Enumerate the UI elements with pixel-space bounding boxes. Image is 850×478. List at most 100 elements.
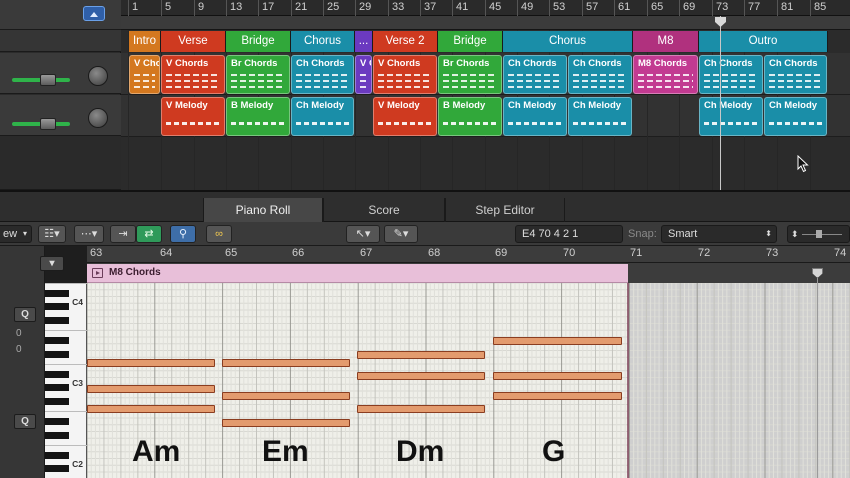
midi-in-icon[interactable]: ⋯▾ [74,225,104,243]
melody-region[interactable]: Ch Melody [291,97,354,136]
black-key[interactable] [45,465,69,473]
black-key[interactable] [45,431,69,439]
midi-out-icon[interactable]: ⇥ [110,225,136,243]
chord-region[interactable]: V C [355,55,372,94]
view-menu[interactable]: ew ▾ [0,225,32,243]
bar-ruler[interactable]: 1 5 9 13 17 21 25 29 33 37 41 45 49 53 57 61 65 69 73 77 81 8… [121,0,850,16]
arrangement-marker[interactable]: Intro [129,31,161,52]
pointer-tool-icon[interactable]: ↖▾ [346,225,380,243]
tab-step-editor[interactable]: Step Editor [445,198,565,224]
ruler-bar-number: 21 [295,1,308,13]
region-label: Ch Melody [704,100,753,111]
chord-region[interactable]: V Chords [161,55,225,94]
track-header-melody[interactable] [0,95,121,136]
midi-note[interactable] [357,405,485,413]
melody-region[interactable]: B Melody [438,97,502,136]
chord-region[interactable]: Ch Chords [568,55,632,94]
piano-roll-bar-number: 70 [563,247,576,259]
snap-value: Smart [668,228,698,240]
pencil-tool-icon[interactable]: ✎▾ [384,225,418,243]
chord-region[interactable]: Ch Chords [764,55,827,94]
melody-region[interactable]: V Melody [161,97,225,136]
melody-region[interactable]: Ch Melody [699,97,763,136]
arrangement-marker[interactable]: Chorus [291,31,355,52]
chord-region[interactable]: Ch Chords [503,55,567,94]
position-display: E4 70 4 2 1 [515,225,623,243]
link-icon[interactable]: ∞ [206,225,232,243]
arrangement-marker[interactable]: Bridge [226,31,291,52]
black-key[interactable] [45,370,69,378]
black-key[interactable] [45,303,69,311]
midi-note[interactable] [87,405,215,413]
melody-region[interactable]: Ch Melody [764,97,827,136]
midi-note[interactable] [493,372,622,380]
tab-score[interactable]: Score [323,198,445,224]
midi-note[interactable] [222,359,350,367]
midi-note[interactable] [222,392,350,400]
arrangement-marker[interactable]: ... [355,31,373,52]
region-label: Ch Chords [573,58,622,69]
pan-knob[interactable] [88,66,108,86]
black-key[interactable] [45,418,69,425]
chord-region[interactable]: Ch Chords [699,55,763,94]
black-key[interactable] [45,350,69,358]
velocity-value: 0 [16,328,22,339]
midi-note[interactable] [222,419,350,427]
pan-knob[interactable] [88,108,108,128]
quantize-button-2[interactable]: Q [14,414,36,429]
arrangement-marker[interactable]: Bridge [438,31,503,52]
chord-region[interactable]: Br Chords [438,55,502,94]
ruler-tick [291,0,292,16]
midi-note[interactable] [357,351,485,359]
midi-functions-icon[interactable]: ☷▾ [38,225,66,243]
chord-region[interactable]: V Chords [373,55,437,94]
melody-region[interactable]: B Melody [226,97,290,136]
arrangement-marker[interactable]: Verse [161,31,226,52]
chord-name-label: G [542,435,566,468]
black-key[interactable] [45,397,69,405]
capture-icon[interactable]: ⇄ [136,225,162,243]
midi-note[interactable] [87,385,215,393]
black-key[interactable] [45,337,69,344]
black-key[interactable] [45,384,69,392]
ruler-bar-number: 41 [456,1,469,13]
chord-region[interactable]: Br Chords [226,55,290,94]
inspector-toggle-icon[interactable]: ▾ [40,256,64,271]
chord-region[interactable]: V Cho [129,55,160,94]
zoom-slider[interactable]: ⬍ [787,225,850,243]
black-key[interactable] [45,289,69,297]
chord-region[interactable]: Ch Chords [291,55,354,94]
black-key[interactable] [45,451,69,459]
region-label: M8 Chords [638,58,688,69]
arrangement-marker[interactable]: Outro [699,31,828,52]
arrangement-marker[interactable]: Chorus [503,31,633,52]
piano-keyboard[interactable]: C4 C3 C2 [45,283,87,478]
volume-fader-handle[interactable] [40,74,56,86]
snap-select[interactable]: Smart ⬍ [661,225,777,243]
melody-region[interactable]: Ch Melody [568,97,632,136]
link-filter-icon[interactable]: ⚲ [170,225,196,243]
playhead[interactable] [720,16,721,190]
midi-note[interactable] [357,372,485,380]
midi-note[interactable] [493,392,622,400]
black-key[interactable] [45,316,69,324]
volume-fader-handle[interactable] [40,118,56,130]
piano-roll-ruler[interactable]: 63 64 65 66 67 68 69 70 71 72 73 74 [87,246,850,263]
region-header[interactable]: M8 Chords [87,264,628,283]
cycle-area[interactable] [121,16,850,30]
piano-roll-grid[interactable]: Am Em Dm G [87,283,850,478]
arrangement-marker[interactable]: Verse 2 [373,31,438,52]
region-label: V Melody [166,100,208,111]
piano-roll-playhead[interactable] [817,268,818,478]
melody-region[interactable]: V Melody [373,97,437,136]
track-header-chords[interactable] [0,53,121,94]
quantize-button[interactable]: Q [14,307,36,322]
tab-piano-roll[interactable]: Piano Roll [203,198,323,224]
chord-region[interactable]: M8 Chords [633,55,698,94]
zoom-slider-handle[interactable] [816,230,822,238]
catch-playhead-button[interactable] [83,6,105,21]
arrangement-marker[interactable]: M8 [633,31,699,52]
midi-note[interactable] [87,359,215,367]
midi-note[interactable] [493,337,622,345]
melody-region[interactable]: Ch Melody [503,97,567,136]
